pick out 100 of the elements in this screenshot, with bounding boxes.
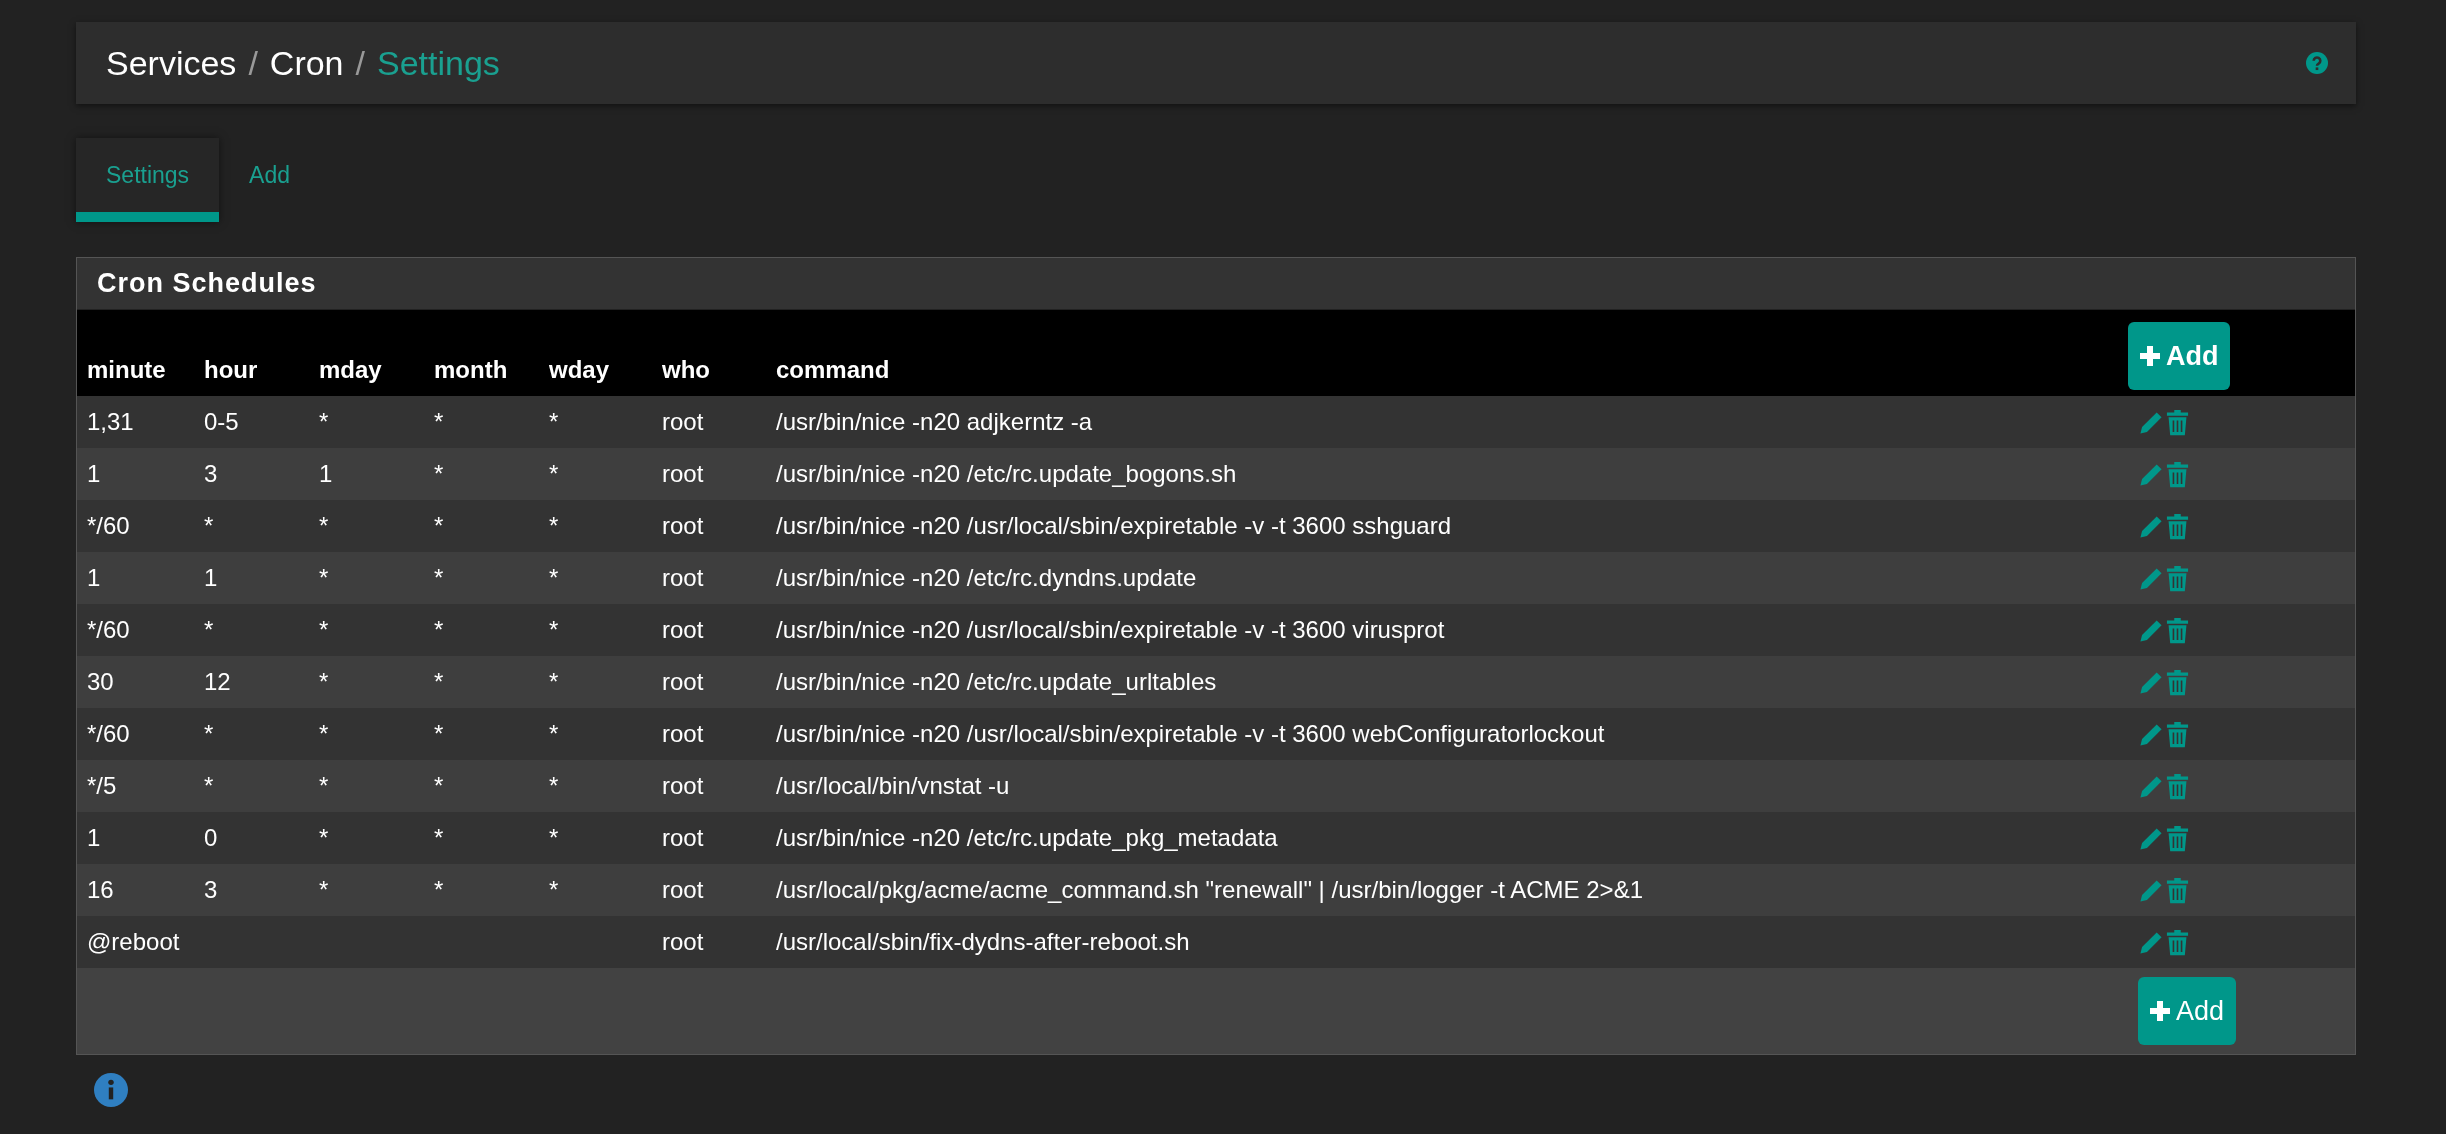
table-cell: * <box>434 460 444 487</box>
table-cell: * <box>549 564 559 591</box>
table-cell: * <box>434 564 444 591</box>
trash-icon[interactable] <box>2166 618 2189 645</box>
pencil-icon[interactable] <box>2138 930 2164 957</box>
table-cell: */60 <box>87 720 130 747</box>
table-cell: */60 <box>87 616 130 643</box>
table-cell: * <box>204 720 214 747</box>
breadcrumb-item[interactable]: Cron <box>269 43 344 83</box>
pencil-icon[interactable] <box>2138 514 2164 541</box>
add-button[interactable]: Add <box>2138 977 2237 1045</box>
table-cell: * <box>434 512 444 539</box>
table-cell: * <box>434 616 444 643</box>
column-header: wday <box>539 310 652 396</box>
table-cell: root <box>662 824 704 851</box>
info-icon[interactable] <box>94 1073 128 1107</box>
table-cell: /usr/bin/nice -n20 /usr/local/sbin/expiretable -v -t 3600 webConfiguratorlockout <box>776 720 1605 747</box>
table-cell: 1 <box>319 460 333 487</box>
add-button[interactable]: Add <box>2128 322 2231 390</box>
pencil-icon[interactable] <box>2138 566 2164 593</box>
table-cell: 1 <box>87 564 101 591</box>
table-cell: * <box>319 720 329 747</box>
help-icon[interactable] <box>2306 52 2328 74</box>
table-cell: root <box>662 616 704 643</box>
table-cell: root <box>662 460 704 487</box>
table-cell: */60 <box>87 512 130 539</box>
table-cell: * <box>204 512 214 539</box>
table-cell: */5 <box>87 772 117 799</box>
table-cell: * <box>319 876 329 903</box>
pencil-icon[interactable] <box>2138 670 2164 697</box>
table-cell: 0 <box>204 824 218 851</box>
table-cell: 1,31 <box>87 408 134 435</box>
trash-icon[interactable] <box>2166 566 2189 593</box>
table-cell: * <box>434 408 444 435</box>
table-cell: /usr/bin/nice -n20 adjkerntz -a <box>776 408 1093 435</box>
table-cell: * <box>319 564 329 591</box>
table-cell: 1 <box>87 460 101 487</box>
table-cell: * <box>434 876 444 903</box>
trash-icon[interactable] <box>2166 722 2189 749</box>
table-cell: * <box>319 512 329 539</box>
table-cell: /usr/bin/nice -n20 /usr/local/sbin/expiretable -v -t 3600 sshguard <box>776 512 1452 539</box>
trash-icon[interactable] <box>2166 462 2189 489</box>
column-header: month <box>424 310 539 396</box>
breadcrumb-item: Settings <box>377 43 500 83</box>
trash-icon[interactable] <box>2166 930 2189 957</box>
table-cell: root <box>662 512 704 539</box>
pencil-icon[interactable] <box>2138 826 2164 853</box>
table-cell: * <box>204 616 214 643</box>
table-cell: * <box>549 460 559 487</box>
pencil-icon[interactable] <box>2138 774 2164 801</box>
table-cell: /usr/bin/nice -n20 /etc/rc.update_bogons.sh <box>776 460 1237 487</box>
tab[interactable]: Add <box>219 138 321 222</box>
trash-icon[interactable] <box>2166 410 2189 437</box>
table-cell: /usr/local/sbin/fix-dydns-after-reboot.sh <box>776 928 1190 955</box>
table-cell: * <box>549 616 559 643</box>
table-cell: * <box>319 616 329 643</box>
table-cell: * <box>549 668 559 695</box>
column-header: who <box>652 310 766 396</box>
pencil-icon[interactable] <box>2138 722 2164 749</box>
table-cell: * <box>549 408 559 435</box>
table-cell: * <box>204 772 214 799</box>
table-cell: * <box>319 668 329 695</box>
table-cell: * <box>319 772 329 799</box>
pencil-icon[interactable] <box>2138 618 2164 645</box>
table-cell: root <box>662 408 704 435</box>
table-cell: root <box>662 720 704 747</box>
trash-icon[interactable] <box>2166 878 2189 905</box>
table-cell: root <box>662 772 704 799</box>
table-cell: * <box>549 876 559 903</box>
table-cell: * <box>319 824 329 851</box>
pencil-icon[interactable] <box>2138 462 2164 489</box>
trash-icon[interactable] <box>2166 774 2189 801</box>
table-cell: root <box>662 668 704 695</box>
table-cell: * <box>549 824 559 851</box>
trash-icon[interactable] <box>2166 514 2189 541</box>
table-cell: root <box>662 928 704 955</box>
trash-icon[interactable] <box>2166 670 2189 697</box>
table-cell: * <box>549 512 559 539</box>
column-header: hour <box>194 310 309 396</box>
pencil-icon[interactable] <box>2138 410 2164 437</box>
table-cell: 1 <box>87 824 101 851</box>
table-cell: root <box>662 564 704 591</box>
breadcrumb-separator: / <box>248 43 258 83</box>
table-cell: 12 <box>204 668 231 695</box>
table-cell: * <box>434 720 444 747</box>
column-header: minute <box>77 310 194 396</box>
column-header: command <box>766 310 2128 396</box>
table-cell: * <box>319 408 329 435</box>
table-cell: * <box>434 668 444 695</box>
tab[interactable]: Settings <box>76 138 220 222</box>
table-cell: @reboot <box>87 928 180 955</box>
breadcrumb-item[interactable]: Services <box>106 43 237 83</box>
table-cell: root <box>662 876 704 903</box>
panel-title: Cron Schedules <box>77 258 2355 310</box>
breadcrumb-separator: / <box>355 43 365 83</box>
table-cell: 16 <box>87 876 114 903</box>
table-cell: /usr/local/bin/vnstat -u <box>776 772 1010 799</box>
trash-icon[interactable] <box>2166 826 2189 853</box>
pencil-icon[interactable] <box>2138 878 2164 905</box>
table-cell: * <box>549 772 559 799</box>
